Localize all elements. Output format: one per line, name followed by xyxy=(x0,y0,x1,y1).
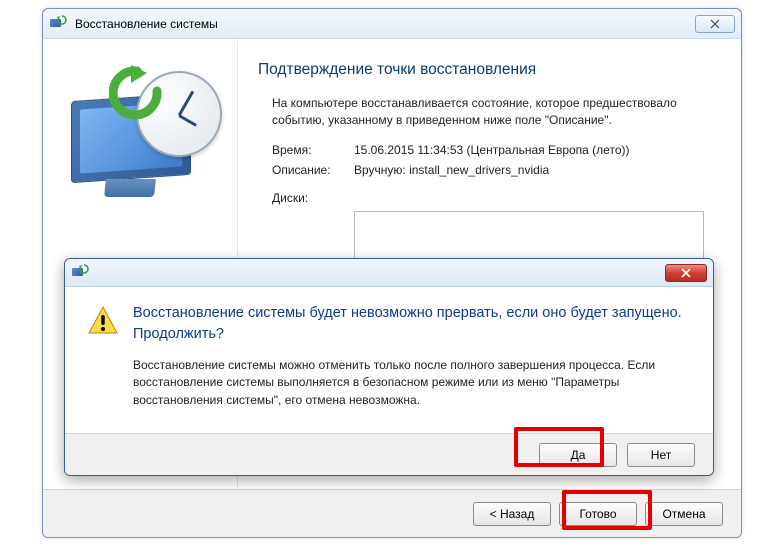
description-label: Описание: xyxy=(272,163,354,177)
intro-text: На компьютере восстанавливается состояни… xyxy=(258,95,713,129)
back-button[interactable]: < Назад xyxy=(473,502,551,526)
time-value: 15.06.2015 11:34:53 (Центральная Европа … xyxy=(354,143,629,157)
window-close-button[interactable] xyxy=(695,15,735,33)
dialog-close-button[interactable] xyxy=(665,264,707,282)
dialog-body-text: Восстановление системы можно отменить то… xyxy=(133,357,693,409)
system-restore-icon xyxy=(49,15,67,33)
disks-listbox[interactable] xyxy=(354,211,704,265)
cancel-button[interactable]: Отмена xyxy=(645,502,723,526)
dialog-button-bar: Да Нет xyxy=(65,433,713,475)
dialog-titlebar[interactable] xyxy=(65,259,713,287)
yes-button[interactable]: Да xyxy=(539,443,617,467)
disks-label: Диски: xyxy=(272,191,354,205)
no-button[interactable]: Нет xyxy=(627,443,695,467)
time-label: Время: xyxy=(272,143,354,157)
dialog-heading: Восстановление системы будет невозможно … xyxy=(133,303,693,345)
window-title: Восстановление системы xyxy=(75,17,695,31)
wizard-button-bar: < Назад Готово Отмена xyxy=(43,489,741,537)
confirm-dialog: Восстановление системы будет невозможно … xyxy=(64,258,714,476)
system-restore-icon xyxy=(71,264,89,282)
restore-point-fields: Время: 15.06.2015 11:34:53 (Центральная … xyxy=(258,143,713,205)
system-restore-graphic xyxy=(63,61,228,226)
titlebar[interactable]: Восстановление системы xyxy=(43,9,741,39)
page-title: Подтверждение точки восстановления xyxy=(258,61,713,79)
warning-icon xyxy=(87,305,119,337)
finish-button[interactable]: Готово xyxy=(559,502,637,526)
description-value: Вручную: install_new_drivers_nvidia xyxy=(354,163,549,177)
